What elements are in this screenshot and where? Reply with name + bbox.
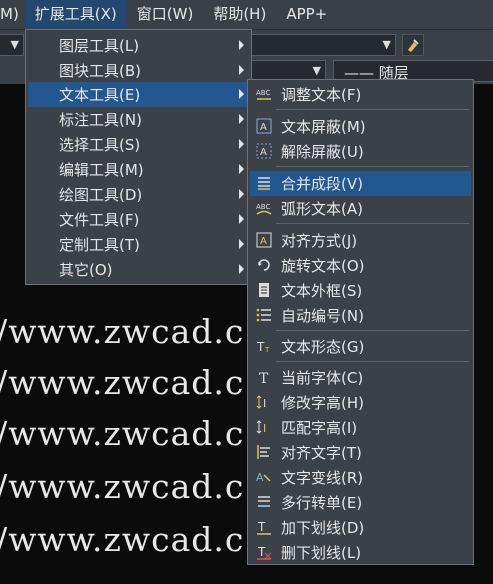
menu-app-plus[interactable]: APP+ [276, 0, 337, 29]
rotate-text-icon [258, 259, 270, 271]
svg-text:A: A [260, 147, 267, 158]
menu-item-block-tools[interactable]: 图块工具(B) [28, 58, 249, 83]
merge-paragraph-icon [258, 177, 270, 190]
submenu-arrow-icon [239, 164, 244, 174]
menu-separator [276, 330, 469, 331]
canvas-text: '/www.zwcad.c [0, 520, 245, 559]
menu-extension-tools[interactable]: 扩展工具(X) [24, 0, 127, 29]
text-frame-icon [259, 283, 269, 297]
menu-item-arc-text[interactable]: ABC 弧形文本(A) [250, 196, 471, 221]
menu-help[interactable]: 帮助(H) [203, 0, 276, 29]
chevron-down-icon: ▼ [10, 38, 19, 51]
text-to-line-icon: A [256, 471, 271, 484]
menu-item-auto-number[interactable]: 自动编号(N) [250, 303, 471, 328]
chevron-down-icon: ▼ [312, 64, 321, 77]
menu-item-adjust-text[interactable]: ABC 调整文本(F) [250, 82, 471, 107]
svg-text:A: A [260, 236, 267, 247]
menu-item-text-unmask[interactable]: A 解除屏蔽(U) [250, 139, 471, 164]
menu-bar: M) 扩展工具(X) 窗口(W) 帮助(H) APP+ [0, 0, 493, 29]
submenu-arrow-icon [239, 214, 244, 224]
text-shape-icon: TT [256, 340, 270, 354]
menu-item-other[interactable]: 其它(O) [28, 257, 249, 282]
remove-underline-icon: T [257, 545, 272, 560]
menu-item-justify[interactable]: A 对齐方式(J) [250, 228, 471, 253]
menu-item-align-text[interactable]: 对齐文字(T) [250, 440, 471, 465]
submenu-arrow-icon [239, 239, 244, 249]
svg-text:T: T [264, 346, 270, 354]
menu-item-dimension-tools[interactable]: 标注工具(N) [28, 107, 249, 132]
menu-item-text-shape[interactable]: TT 文本形态(G) [250, 334, 471, 359]
text-unmask-icon: A [256, 143, 272, 159]
add-underline-icon: T [257, 520, 271, 535]
svg-text:A: A [256, 471, 264, 484]
menu-item-layer-tools[interactable]: 图层工具(L) [28, 33, 249, 58]
arc-text-icon: ABC [256, 203, 272, 215]
menu-window[interactable]: 窗口(W) [127, 0, 204, 29]
canvas-text: '/www.zwcad.c [0, 467, 245, 506]
menu-separator [276, 361, 469, 362]
extension-tools-menu: 图层工具(L) 图块工具(B) 文本工具(E) 标注工具(N) 选择工具(S) … [25, 29, 252, 285]
align-text-icon [257, 445, 270, 459]
chevron-down-icon: ▼ [382, 38, 391, 51]
menu-separator [276, 166, 469, 167]
menu-item-remove-underline[interactable]: T 删下划线(L) [250, 540, 471, 565]
svg-text:I: I [263, 397, 266, 410]
menu-item-draw-tools[interactable]: 绘图工具(D) [28, 182, 249, 207]
menu-item-text-tools[interactable]: 文本工具(E) [28, 82, 249, 107]
menu-item-edit-tools[interactable]: 编辑工具(M) [28, 157, 249, 182]
text-tools-submenu: ABC 调整文本(F) A 文本屏蔽(M) A 解除屏蔽(U) 合并成段(V) … [247, 79, 474, 565]
menu-item-rotate-text[interactable]: 旋转文本(O) [250, 253, 471, 278]
submenu-arrow-icon [239, 189, 244, 199]
submenu-arrow-icon [239, 40, 244, 50]
menu-item-custom-tools[interactable]: 定制工具(T) [28, 232, 249, 257]
match-height-icon: I [256, 420, 266, 435]
submenu-arrow-icon [239, 114, 244, 124]
text-mask-icon: A [256, 118, 272, 134]
canvas-text: '/www.zwcad.c [0, 414, 245, 453]
menu-item-text-to-line[interactable]: A 文字变线(R) [250, 465, 471, 490]
menu-item-merge-paragraph[interactable]: 合并成段(V) [250, 171, 471, 196]
abc-adjust-icon: ABC [256, 89, 271, 100]
canvas-text: '/www.zwcad.c [0, 312, 245, 351]
menu-item-select-tools[interactable]: 选择工具(S) [28, 132, 249, 157]
menu-item-file-tools[interactable]: 文件工具(F) [28, 207, 249, 232]
submenu-arrow-icon [239, 264, 244, 274]
current-font-icon: T [259, 371, 269, 385]
svg-text:T: T [256, 340, 265, 354]
menu-item-multiline-to-single[interactable]: 多行转单(E) [250, 490, 471, 515]
menu-modify-partial[interactable]: M) [0, 0, 25, 29]
auto-number-icon [256, 308, 271, 322]
menu-item-current-font[interactable]: T 当前字体(C) [250, 365, 471, 390]
svg-text:A: A [260, 122, 267, 133]
svg-text:T: T [259, 371, 269, 385]
menu-separator [276, 109, 469, 110]
layer-select-combo[interactable]: ▼ [250, 34, 396, 56]
menu-item-match-height[interactable]: I 匹配字高(I) [250, 415, 471, 440]
menu-item-modify-height[interactable]: I 修改字高(H) [250, 390, 471, 415]
multiline-to-single-icon [258, 496, 270, 507]
match-properties-icon[interactable] [402, 34, 424, 56]
svg-text:T: T [257, 545, 266, 559]
submenu-arrow-icon [239, 65, 244, 75]
menu-item-text-frame[interactable]: 文本外框(S) [250, 278, 471, 303]
menu-item-text-mask[interactable]: A 文本屏蔽(M) [250, 114, 471, 139]
submenu-arrow-icon [239, 89, 244, 99]
justify-icon: A [256, 232, 272, 248]
menu-separator [276, 223, 469, 224]
svg-text:ABC: ABC [256, 203, 270, 211]
submenu-arrow-icon [239, 139, 244, 149]
modify-height-icon: I [256, 395, 266, 410]
left-combo[interactable]: ▼ [0, 34, 24, 56]
menu-item-add-underline[interactable]: T 加下划线(D) [250, 515, 471, 540]
canvas-text: '/www.zwcad.c [0, 363, 245, 402]
svg-text:I: I [263, 422, 266, 435]
svg-text:ABC: ABC [256, 89, 270, 97]
svg-text:T: T [257, 520, 266, 534]
